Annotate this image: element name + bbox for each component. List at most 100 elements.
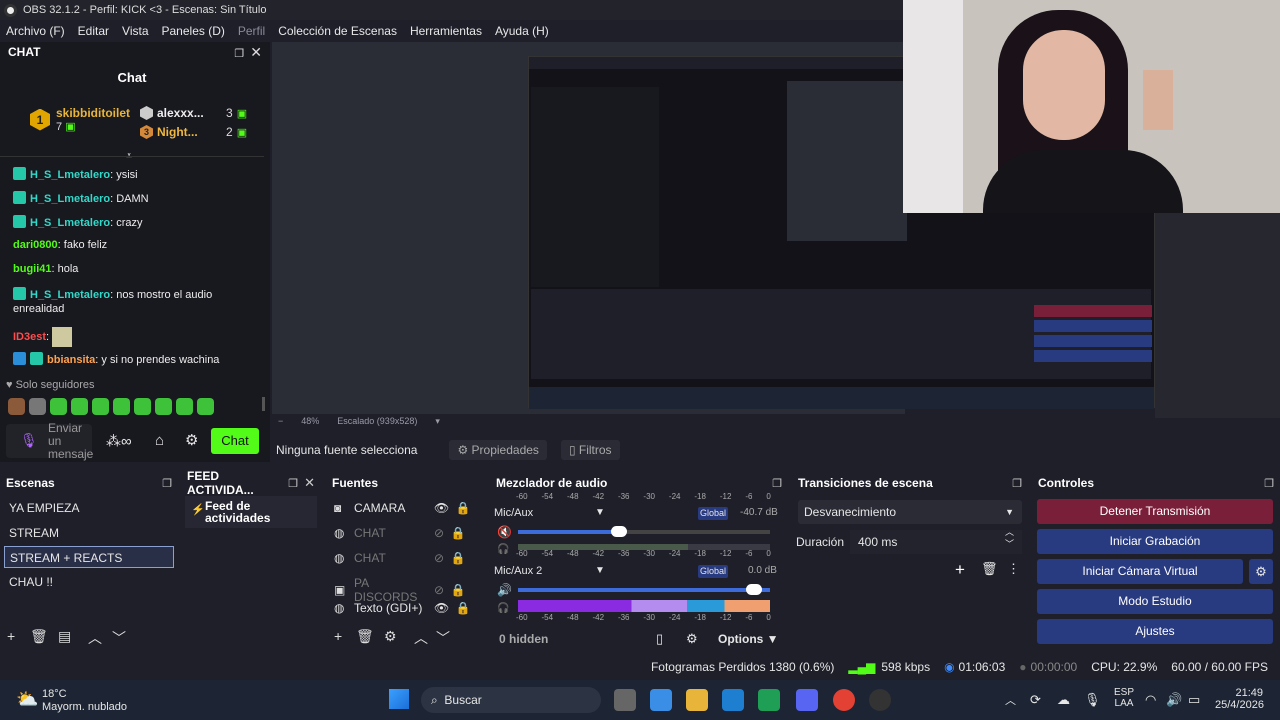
source-item[interactable]: ◙ CAMARA 👁 🔒 [334,501,474,515]
chat-username[interactable]: H_S_Lmetalero [30,217,110,229]
menu-herramientas[interactable]: Herramientas [410,24,482,38]
filters-button[interactable]: ▯ Filtros [560,440,620,460]
float-icon[interactable]: ❐ [234,48,244,60]
layout-icon[interactable]: ▯ [656,631,663,647]
studio-mode-button[interactable]: Modo Estudio [1037,589,1273,614]
scene-item[interactable]: STREAM [4,522,174,544]
menu-editar[interactable]: Editar [78,24,109,38]
filter-icon[interactable]: ▤ [58,628,71,645]
microphone-icon[interactable]: 🎙 [20,432,38,449]
scene-item[interactable]: CHAU !! [4,571,174,593]
emote-icon[interactable] [71,398,88,415]
source-item[interactable]: ◍ CHAT ⊘ 🔒 [334,526,474,540]
obs-icon[interactable] [869,689,891,711]
send-chat-button[interactable]: Chat [211,428,259,454]
battery-icon[interactable]: ▭ [1188,692,1200,708]
microphone-icon[interactable]: 🎙 [1084,692,1101,708]
eye-icon[interactable]: 👁 [434,601,449,615]
chevron-down-icon[interactable]: ▾ [435,416,440,427]
emote-icon[interactable] [155,398,172,415]
trash-icon[interactable]: 🗑 [356,628,374,645]
float-icon[interactable]: ❐ [288,478,298,490]
discord-icon[interactable] [796,689,818,711]
source-item[interactable]: ◍ CHAT ⊘ 🔒 [334,551,474,565]
properties-button[interactable]: ⚙ Propiedades [449,440,547,460]
volume-icon[interactable]: 🔊 [1166,692,1182,708]
float-icon[interactable]: ❐ [1264,477,1274,490]
windows-start-icon[interactable] [389,689,409,709]
lock-icon[interactable]: 🔒 [456,601,471,615]
emote-picker-icon[interactable]: ⁂∞ [106,432,132,450]
up-icon[interactable]: ︿ [414,628,428,648]
volume-knob[interactable] [611,526,627,537]
hidden-count[interactable]: 0 hidden [499,632,548,646]
taskbar-search[interactable]: ⌕ Buscar [421,687,601,713]
settings-button[interactable]: Ajustes [1037,619,1273,644]
transition-select[interactable]: Desvanecimiento ▼ [798,500,1022,524]
channel-tag[interactable]: Global [698,507,728,520]
menu-perfil[interactable]: Perfil [238,24,265,38]
emote-icon[interactable] [50,398,67,415]
chat-username[interactable]: bbiansita [47,354,95,366]
headphones-icon[interactable]: 🎧 [497,544,509,555]
more-icon[interactable]: ⋮ [1007,561,1020,577]
chat-username[interactable]: H_S_Lmetalero [30,289,110,301]
scale-label[interactable]: Escalado (939x528) [337,416,417,426]
volume-knob[interactable] [746,584,762,595]
up-icon[interactable]: ︿ [88,628,102,648]
virtual-camera-settings-icon[interactable]: ⚙ [1249,559,1273,584]
stop-stream-button[interactable]: Detener Transmisión [1037,499,1273,524]
close-icon[interactable]: ✕ [250,44,262,60]
speaker-icon[interactable]: 🔊 [497,583,512,597]
trash-icon[interactable]: 🗑 [30,628,48,645]
copilot-icon[interactable] [650,689,672,711]
volume-slider[interactable] [518,588,770,592]
emote-icon[interactable] [92,398,109,415]
zoom-minus-icon[interactable]: − [278,416,283,426]
down-icon[interactable]: ﹀ [436,628,450,648]
float-icon[interactable]: ❐ [162,477,172,490]
eye-hidden-icon[interactable]: ⊘ [434,526,444,540]
weather-icon[interactable]: ⛅ [16,689,38,710]
gear-icon[interactable]: ⚙ [185,431,198,449]
word-icon[interactable] [722,689,744,711]
emote-icon[interactable] [176,398,193,415]
chrome-icon[interactable] [833,689,855,711]
tray-chevron-icon[interactable]: ︿ [1005,692,1016,708]
add-icon[interactable]: + [334,628,342,644]
cloud-icon[interactable]: ☁ [1057,692,1070,708]
float-icon[interactable]: ❐ [772,477,782,490]
menu-ayuda[interactable]: Ayuda (H) [495,24,549,38]
excel-icon[interactable] [758,689,780,711]
menu-paneles[interactable]: Paneles (D) [162,24,225,38]
duration-input[interactable]: 400 ms ︿ ﹀ [850,527,1022,554]
close-icon[interactable]: ✕ [304,475,315,490]
menu-vista[interactable]: Vista [122,24,148,38]
file-explorer-icon[interactable] [686,689,708,711]
lock-icon[interactable]: 🔒 [456,501,471,515]
virtual-camera-button[interactable]: Iniciar Cámara Virtual [1037,559,1243,584]
scene-item[interactable]: YA EMPIEZA [4,497,174,519]
add-icon[interactable]: + [955,560,965,580]
emote-icon[interactable] [113,398,130,415]
add-icon[interactable]: + [7,628,15,644]
mixer-settings-icon[interactable]: ⚙ [686,631,698,647]
feed-item[interactable]: ⚡ Feed de actividades [185,496,317,528]
chevron-down-icon[interactable]: ▼ [595,565,605,576]
trash-icon[interactable]: 🗑 [981,561,998,577]
chevron-down-icon[interactable]: ▼ [595,507,605,518]
chat-username[interactable]: dari0800 [13,239,58,251]
float-icon[interactable]: ❐ [1012,477,1022,490]
language-indicator[interactable]: ESP LAA [1114,687,1134,709]
gear-icon[interactable]: ⚙ [384,628,397,645]
source-item[interactable]: ▣ PA DISCORDS ⊘ 🔒 [334,576,474,604]
task-view-icon[interactable] [614,689,636,711]
chat-username[interactable]: H_S_Lmetalero [30,169,110,181]
chat-username[interactable]: ID3est [13,331,46,343]
chat-scrollbar[interactable] [262,397,265,411]
clock[interactable]: 21:49 25/4/2026 [1215,687,1264,711]
start-recording-button[interactable]: Iniciar Grabación [1037,529,1273,554]
emote-icon[interactable] [134,398,151,415]
emote-icon[interactable] [8,398,25,415]
store-icon[interactable]: ⌂ [155,432,164,449]
